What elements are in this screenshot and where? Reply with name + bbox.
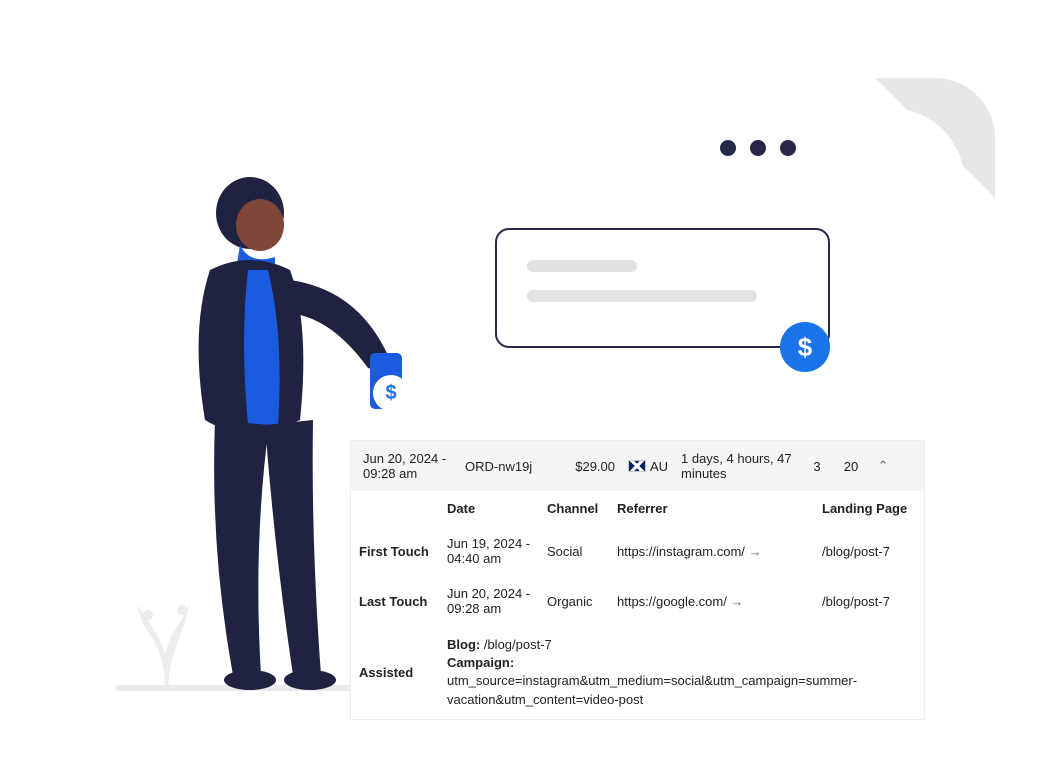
content-card	[495, 228, 830, 348]
first-touch-channel: Social	[539, 526, 609, 576]
first-touch-date: Jun 19, 2024 - 04:40 am	[439, 526, 539, 576]
order-country: AU	[621, 459, 675, 474]
first-touch-referrer: https://instagram.com/ →	[609, 526, 814, 576]
assisted-row: Assisted Blog: /blog/post-7 Campaign: ut…	[351, 626, 924, 719]
first-touch-landing: /blog/post-7	[814, 526, 924, 576]
phone-dollar-icon: $	[373, 375, 409, 411]
order-stat-2: 20	[837, 459, 865, 474]
order-amount: $29.00	[561, 459, 615, 474]
country-code: AU	[650, 459, 668, 474]
placeholder-line	[527, 260, 637, 272]
attribution-table: Date Channel Referrer Landing Page First…	[351, 491, 924, 719]
chevron-up-icon: ⌃	[878, 458, 889, 473]
order-duration: 1 days, 4 hours, 47 minutes	[681, 451, 797, 481]
row-label: Assisted	[351, 626, 439, 719]
col-channel: Channel	[539, 491, 609, 526]
blog-label: Blog:	[447, 637, 480, 652]
window-dot	[750, 140, 766, 156]
order-attribution-panel: Jun 20, 2024 - 09:28 am ORD-nw19j $29.00…	[350, 440, 925, 720]
arrow-right-icon: →	[749, 544, 762, 559]
col-landing: Landing Page	[814, 491, 924, 526]
first-touch-row: First Touch Jun 19, 2024 - 04:40 am Soci…	[351, 526, 924, 576]
browser-rounded-corner	[875, 78, 995, 198]
placeholder-line	[527, 290, 757, 302]
window-dot	[720, 140, 736, 156]
order-stat-1: 3	[803, 459, 831, 474]
last-touch-date: Jun 20, 2024 - 09:28 am	[439, 576, 539, 626]
order-date: Jun 20, 2024 - 09:28 am	[363, 451, 459, 481]
col-date: Date	[439, 491, 539, 526]
dollar-symbol: $	[385, 382, 396, 405]
window-controls	[720, 140, 796, 156]
last-touch-channel: Organic	[539, 576, 609, 626]
last-touch-referrer: https://google.com/ →	[609, 576, 814, 626]
table-header-row: Date Channel Referrer Landing Page	[351, 491, 924, 526]
blog-value: /blog/post-7	[484, 637, 552, 652]
order-summary-row[interactable]: Jun 20, 2024 - 09:28 am ORD-nw19j $29.00…	[351, 441, 924, 491]
last-touch-row: Last Touch Jun 20, 2024 - 09:28 am Organ…	[351, 576, 924, 626]
col-referrer: Referrer	[609, 491, 814, 526]
campaign-value: utm_source=instagram&utm_medium=social&u…	[447, 673, 857, 706]
order-id: ORD-nw19j	[465, 459, 555, 474]
row-label: Last Touch	[351, 576, 439, 626]
campaign-label: Campaign:	[447, 655, 514, 670]
assisted-details: Blog: /blog/post-7 Campaign: utm_source=…	[439, 626, 924, 719]
dollar-symbol: $	[798, 332, 812, 363]
window-dot	[780, 140, 796, 156]
dollar-badge-icon: $	[780, 322, 830, 372]
row-label: First Touch	[351, 526, 439, 576]
flag-au-icon	[628, 460, 646, 472]
collapse-toggle[interactable]: ⌃	[871, 458, 895, 474]
last-touch-landing: /blog/post-7	[814, 576, 924, 626]
arrow-right-icon: →	[730, 594, 743, 609]
